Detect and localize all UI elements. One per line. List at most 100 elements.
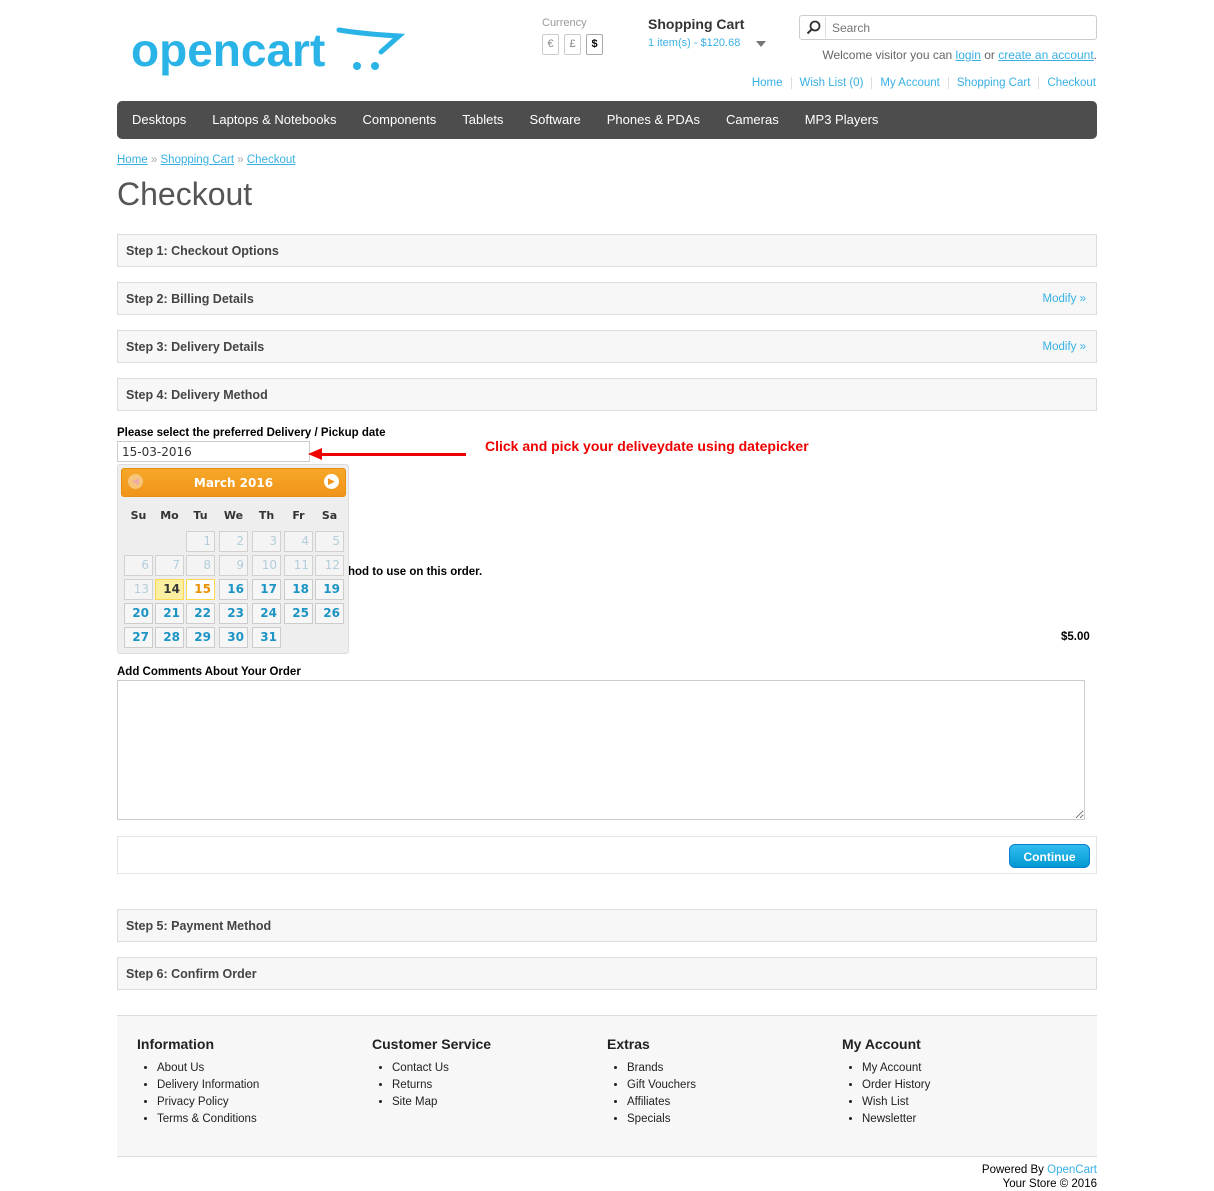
modify-link[interactable]: Modify » bbox=[1043, 341, 1086, 353]
create-account-link[interactable]: create an account bbox=[998, 48, 1093, 62]
datepicker-month-title: March 2016 bbox=[193, 476, 274, 490]
breadcrumb-checkout[interactable]: Checkout bbox=[247, 154, 296, 166]
datepicker-day: 4 bbox=[284, 531, 313, 552]
footer-link[interactable]: Returns bbox=[392, 1079, 432, 1091]
menu-item-cameras[interactable]: Cameras bbox=[713, 101, 792, 139]
datepicker-day[interactable]: 28 bbox=[155, 627, 184, 648]
breadcrumb-cart[interactable]: Shopping Cart bbox=[161, 154, 235, 166]
breadcrumb-sep: » bbox=[237, 154, 244, 166]
datepicker-day[interactable]: 25 bbox=[284, 603, 313, 624]
currency-pound-button[interactable]: £ bbox=[564, 34, 581, 55]
breadcrumb-sep: » bbox=[150, 154, 158, 166]
footer-link[interactable]: Order History bbox=[862, 1079, 930, 1091]
breadcrumb: Home » Shopping Cart » Checkout bbox=[117, 154, 295, 166]
welcome-suffix: . bbox=[1093, 48, 1097, 62]
footer-link[interactable]: Gift Vouchers bbox=[627, 1079, 696, 1091]
annotation-text: Click and pick your deliveydate using da… bbox=[485, 438, 809, 454]
datepicker-day[interactable]: 18 bbox=[284, 579, 313, 600]
powered-by-text: Powered By bbox=[981, 1164, 1044, 1176]
footer-link[interactable]: Site Map bbox=[392, 1096, 437, 1108]
footer-link[interactable]: Affiliates bbox=[627, 1096, 670, 1108]
buttons-bar: Continue bbox=[117, 836, 1097, 874]
top-link-home[interactable]: Home bbox=[744, 77, 791, 89]
footer-link[interactable]: Newsletter bbox=[862, 1113, 916, 1125]
opencart-link[interactable]: OpenCart bbox=[1047, 1164, 1097, 1176]
page-title: Checkout bbox=[117, 176, 253, 212]
menu-item-components[interactable]: Components bbox=[350, 101, 450, 139]
welcome-prefix: Welcome visitor you can bbox=[822, 48, 953, 62]
currency-label: Currency bbox=[542, 17, 587, 29]
menu-item-phones[interactable]: Phones & PDAs bbox=[594, 101, 713, 139]
delivery-method-text: hod to use on this order. bbox=[348, 566, 483, 578]
datepicker-day: 2 bbox=[219, 531, 248, 552]
footer-link[interactable]: Wish List bbox=[862, 1096, 909, 1108]
datepicker-day[interactable]: 17 bbox=[252, 579, 281, 600]
step-1-header[interactable]: Step 1: Checkout Options bbox=[117, 234, 1097, 267]
next-month-icon[interactable]: ▶ bbox=[324, 474, 339, 489]
menu-item-desktops[interactable]: Desktops bbox=[119, 101, 199, 139]
comments-textarea[interactable] bbox=[117, 680, 1085, 820]
footer-col-information: Information About Us Delivery Informatio… bbox=[137, 1036, 259, 1128]
datepicker-day[interactable]: 31 bbox=[252, 627, 281, 648]
caret-down-icon[interactable] bbox=[756, 41, 766, 47]
datepicker-day[interactable]: 27 bbox=[124, 627, 153, 648]
datepicker-day[interactable]: 23 bbox=[219, 603, 248, 624]
cart-summary[interactable]: 1 item(s) - $120.68 bbox=[648, 37, 740, 49]
currency-euro-button[interactable]: € bbox=[542, 34, 559, 55]
delivery-date-input[interactable] bbox=[117, 441, 310, 462]
top-link-account[interactable]: My Account bbox=[871, 77, 947, 89]
footer-heading: Information bbox=[137, 1036, 214, 1052]
datepicker-day[interactable]: 15 bbox=[186, 579, 215, 600]
footer-link[interactable]: Delivery Information bbox=[157, 1079, 259, 1091]
footer-link[interactable]: Specials bbox=[627, 1113, 670, 1125]
datepicker-day[interactable]: 20 bbox=[124, 603, 153, 624]
footer: Information About Us Delivery Informatio… bbox=[117, 1015, 1097, 1157]
welcome-or: or bbox=[984, 48, 995, 62]
menu-item-software[interactable]: Software bbox=[516, 101, 593, 139]
datepicker-day: 7 bbox=[155, 555, 184, 576]
search-icon[interactable] bbox=[804, 19, 824, 37]
opencart-logo[interactable]: opencart bbox=[131, 22, 406, 78]
top-link-checkout[interactable]: Checkout bbox=[1038, 77, 1104, 89]
footer-col-extras: Extras Brands Gift Vouchers Affiliates S… bbox=[607, 1036, 696, 1128]
step-5-header: Step 5: Payment Method bbox=[117, 909, 1097, 942]
top-link-cart[interactable]: Shopping Cart bbox=[947, 77, 1039, 89]
step-title: Step 6: Confirm Order bbox=[126, 967, 257, 981]
breadcrumb-home[interactable]: Home bbox=[117, 154, 148, 166]
datepicker-day: 3 bbox=[252, 531, 281, 552]
datepicker-day[interactable]: 16 bbox=[219, 579, 248, 600]
footer-link[interactable]: Terms & Conditions bbox=[157, 1113, 257, 1125]
datepicker-day: 13 bbox=[124, 579, 153, 600]
datepicker-day[interactable]: 29 bbox=[186, 627, 215, 648]
datepicker-day: 10 bbox=[252, 555, 281, 576]
datepicker-day[interactable]: 19 bbox=[315, 579, 344, 600]
footer-link[interactable]: About Us bbox=[157, 1062, 204, 1074]
cart-title: Shopping Cart bbox=[648, 16, 745, 32]
datepicker-day[interactable]: 14 bbox=[155, 579, 184, 600]
continue-button[interactable]: Continue bbox=[1009, 844, 1090, 868]
datepicker-day[interactable]: 30 bbox=[219, 627, 248, 648]
datepicker-day: 9 bbox=[219, 555, 248, 576]
footer-link[interactable]: Privacy Policy bbox=[157, 1096, 229, 1108]
comments-label: Add Comments About Your Order bbox=[117, 666, 301, 678]
currency-dollar-button[interactable]: $ bbox=[586, 34, 603, 55]
datepicker-day[interactable]: 26 bbox=[315, 603, 344, 624]
welcome-text: Welcome visitor you can login or create … bbox=[822, 48, 1097, 62]
menu-item-laptops[interactable]: Laptops & Notebooks bbox=[199, 101, 349, 139]
modify-link[interactable]: Modify » bbox=[1043, 293, 1086, 305]
footer-link[interactable]: Brands bbox=[627, 1062, 663, 1074]
datepicker-day: 8 bbox=[186, 555, 215, 576]
footer-link[interactable]: My Account bbox=[862, 1062, 921, 1074]
datepicker-day: 12 bbox=[315, 555, 344, 576]
step-title: Step 1: Checkout Options bbox=[126, 244, 279, 258]
datepicker-day[interactable]: 21 bbox=[155, 603, 184, 624]
footer-link[interactable]: Contact Us bbox=[392, 1062, 449, 1074]
step-3-header: Step 3: Delivery Details Modify » bbox=[117, 330, 1097, 363]
top-link-wishlist[interactable]: Wish List (0) bbox=[790, 77, 872, 89]
datepicker-day[interactable]: 22 bbox=[186, 603, 215, 624]
login-link[interactable]: login bbox=[956, 48, 981, 62]
menu-item-mp3[interactable]: MP3 Players bbox=[792, 101, 892, 139]
menu-item-tablets[interactable]: Tablets bbox=[449, 101, 516, 139]
search-input[interactable] bbox=[832, 20, 1087, 36]
datepicker-day[interactable]: 24 bbox=[252, 603, 281, 624]
